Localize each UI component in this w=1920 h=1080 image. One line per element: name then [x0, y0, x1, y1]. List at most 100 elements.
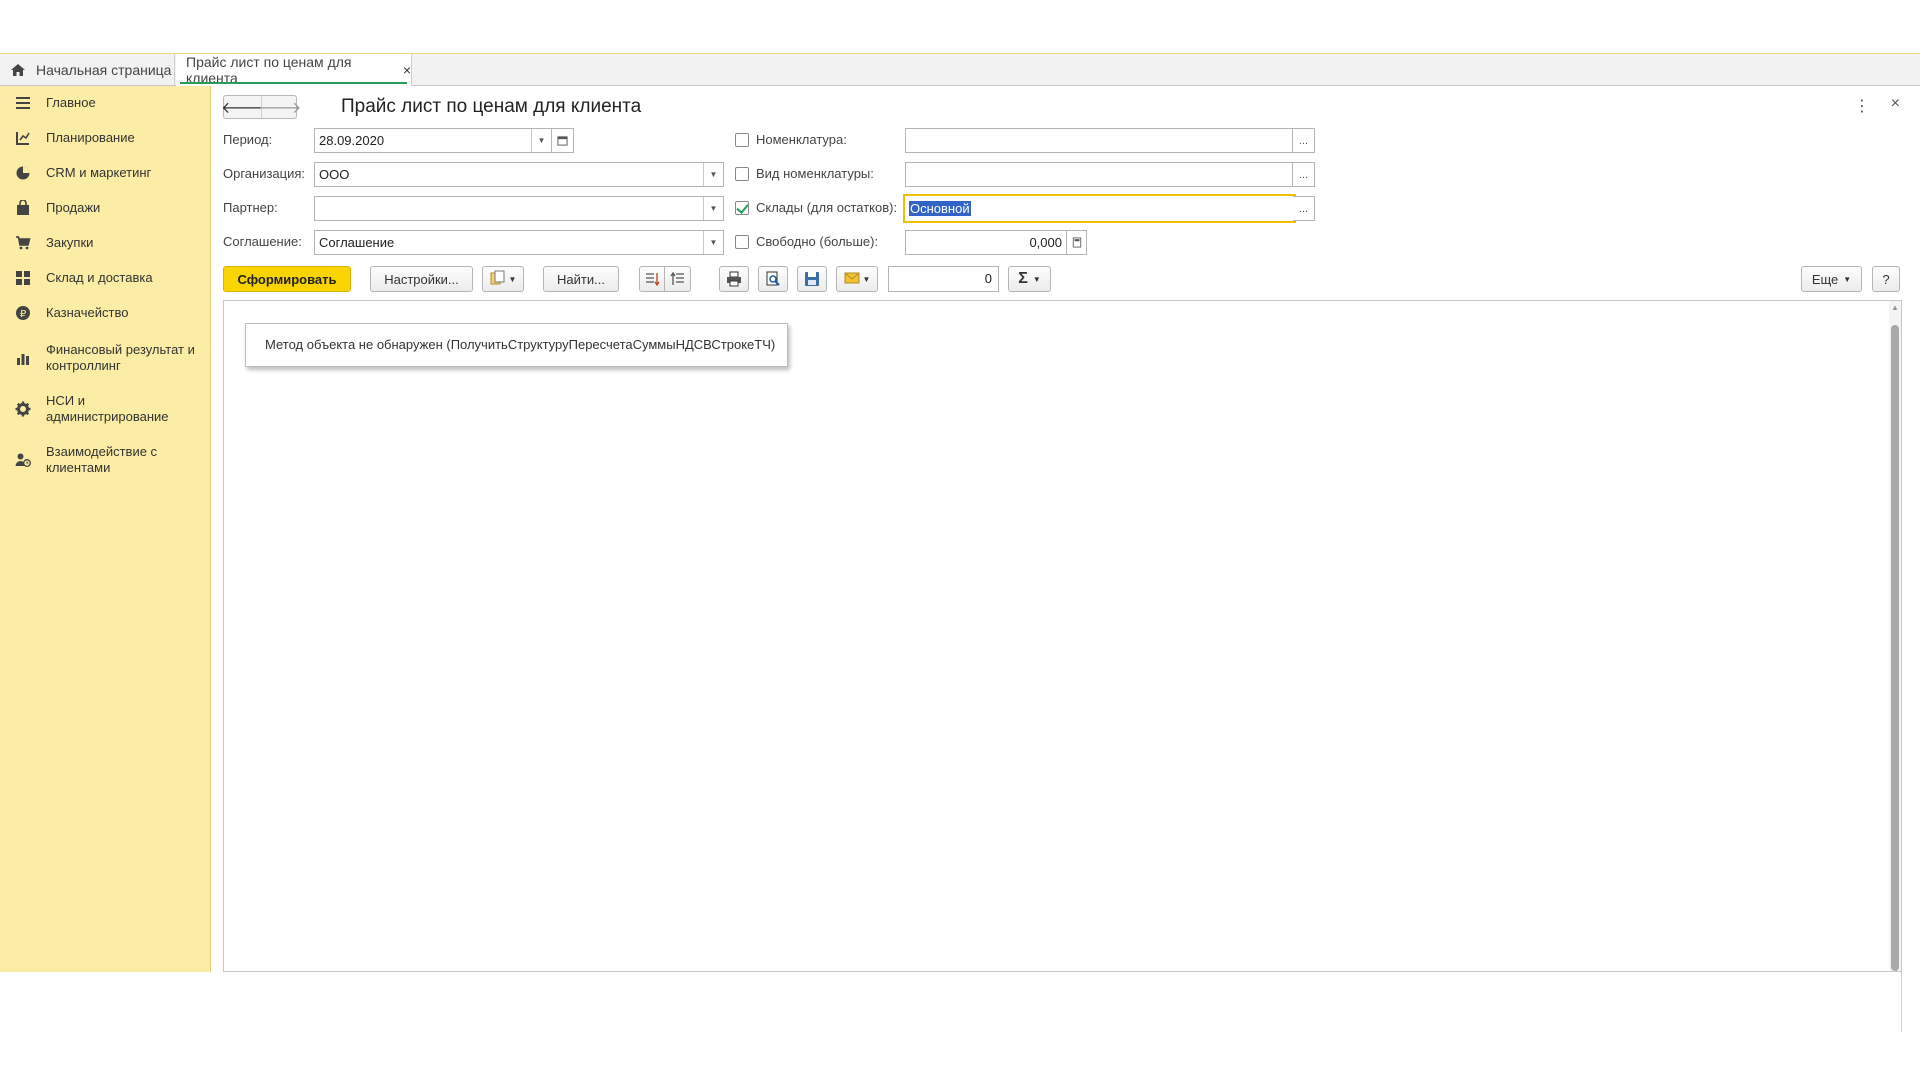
- sidebar-item-clients[interactable]: Взаимодействие с клиентами: [0, 443, 211, 477]
- partner-label: Партнер:: [223, 200, 278, 215]
- nomenclature-label: Номенклатура:: [756, 132, 847, 147]
- sidebar-item-label: НСИ и администрирование: [46, 393, 169, 424]
- help-button[interactable]: ?: [1872, 266, 1900, 292]
- tab-home-label: Начальная страница: [36, 62, 172, 78]
- top-bar: [0, 0, 1920, 54]
- organization-value: ООО: [319, 167, 350, 182]
- sum-counter-value: 0: [984, 271, 992, 286]
- nomenclature-type-checkbox[interactable]: [735, 167, 749, 181]
- sidebar-item-purchases[interactable]: Закупки: [0, 233, 211, 253]
- expand-groups-icon[interactable]: [639, 266, 665, 292]
- collapse-groups-icon[interactable]: [665, 266, 691, 292]
- sigma-icon: Σ: [1018, 270, 1028, 287]
- close-window-icon[interactable]: ×: [1891, 95, 1900, 113]
- chevron-down-icon[interactable]: ▼: [703, 197, 723, 220]
- sidebar-item-label: Закупки: [46, 235, 94, 250]
- sidebar-item-label: Склад и доставка: [46, 270, 153, 285]
- agreement-value: Соглашение: [319, 235, 395, 250]
- sidebar-item-sales[interactable]: Продажи: [0, 198, 211, 218]
- warehouse-grid-icon: [15, 270, 31, 286]
- sidebar-item-admin[interactable]: НСИ и администрирование: [0, 392, 211, 426]
- period-field[interactable]: 28.09.2020 ▼: [314, 128, 552, 153]
- sidebar-item-label: CRM и маркетинг: [46, 165, 152, 180]
- variants-button[interactable]: ▼: [482, 266, 524, 292]
- sidebar-item-label: Главное: [46, 95, 96, 110]
- planning-icon: [15, 130, 31, 146]
- agreement-label: Соглашение:: [223, 234, 302, 249]
- chevron-down-icon[interactable]: ▼: [703, 231, 723, 254]
- home-icon: [10, 62, 26, 78]
- svg-text:₽: ₽: [20, 309, 27, 320]
- partner-field[interactable]: ▼: [314, 196, 724, 221]
- history-navigation: 🡐 🡒: [221, 95, 301, 119]
- close-tab-icon[interactable]: ×: [403, 62, 411, 78]
- period-label: Период:: [223, 132, 273, 147]
- sidebar-item-label: Казначейство: [46, 305, 129, 320]
- chevron-down-icon: ▼: [1032, 274, 1041, 284]
- nomenclature-type-field[interactable]: [905, 162, 1293, 187]
- tab-price-list[interactable]: Прайс лист по ценам для клиента ×: [176, 54, 412, 86]
- sidebar-item-treasury[interactable]: ₽ Казначейство: [0, 303, 211, 323]
- sidebar-item-warehouse[interactable]: Склад и доставка: [0, 268, 211, 288]
- print-icon[interactable]: [719, 266, 749, 292]
- find-button[interactable]: Найти...: [543, 266, 619, 292]
- nomenclature-type-label: Вид номенклатуры:: [756, 166, 874, 181]
- chevron-down-icon: ▼: [1843, 274, 1852, 284]
- vertical-scrollbar[interactable]: ▲: [1889, 301, 1901, 971]
- agreement-field[interactable]: Соглашение ▼: [314, 230, 724, 255]
- nomenclature-select-button[interactable]: ...: [1293, 128, 1315, 153]
- nomenclature-field[interactable]: [905, 128, 1293, 153]
- free-stock-checkbox[interactable]: [735, 235, 749, 249]
- tab-strip: Начальная страница Прайс лист по ценам д…: [0, 54, 1920, 86]
- divider: [1901, 972, 1902, 1032]
- scroll-up-icon[interactable]: ▲: [1891, 303, 1899, 312]
- tab-home[interactable]: Начальная страница: [0, 54, 175, 86]
- report-variants-icon: [490, 270, 506, 289]
- pie-chart-icon: [15, 165, 31, 181]
- generate-button[interactable]: Сформировать: [223, 266, 351, 292]
- warehouses-value: Основной: [909, 201, 971, 216]
- sidebar-item-main[interactable]: Главное: [0, 93, 211, 113]
- sidebar-item-crm[interactable]: CRM и маркетинг: [0, 163, 211, 183]
- organization-field[interactable]: ООО ▼: [314, 162, 724, 187]
- free-stock-label: Свободно (больше):: [756, 234, 879, 249]
- send-email-button[interactable]: ▼: [836, 266, 878, 292]
- bar-chart-icon: [15, 350, 31, 366]
- calendar-icon[interactable]: [552, 128, 574, 153]
- warehouses-select-button[interactable]: ...: [1293, 196, 1315, 221]
- report-area[interactable]: Метод объекта не обнаружен (ПолучитьСтру…: [223, 300, 1902, 972]
- print-preview-icon[interactable]: [758, 266, 788, 292]
- chevron-down-icon[interactable]: ▼: [531, 129, 551, 152]
- sidebar-item-planning[interactable]: Планирование: [0, 128, 211, 148]
- sidebar: Главное Планирование CRM и маркетинг Про…: [0, 86, 211, 972]
- chevron-down-icon: ▼: [508, 274, 517, 284]
- warehouses-field[interactable]: Основной: [903, 194, 1296, 223]
- scrollbar-thumb[interactable]: [1891, 325, 1899, 971]
- back-arrow-icon[interactable]: 🡐: [221, 96, 264, 118]
- free-stock-value: 0,000: [1029, 235, 1062, 250]
- free-stock-field[interactable]: 0,000: [905, 230, 1067, 255]
- menu-lines-icon: [15, 95, 31, 111]
- chevron-down-icon: ▼: [862, 274, 871, 284]
- settings-button[interactable]: Настройки...: [370, 266, 473, 292]
- sidebar-item-finance[interactable]: Финансовый результат и контроллинг: [0, 341, 211, 375]
- warehouses-checkbox[interactable]: [735, 201, 749, 215]
- envelope-icon: [844, 270, 860, 289]
- save-icon[interactable]: [797, 266, 827, 292]
- cart-icon: [15, 235, 31, 251]
- nomenclature-type-select-button[interactable]: ...: [1293, 162, 1315, 187]
- calculator-icon[interactable]: [1067, 230, 1087, 255]
- person-clock-icon: [15, 452, 31, 468]
- page-title: Прайс лист по ценам для клиента: [341, 96, 642, 117]
- sum-counter-field[interactable]: 0: [888, 266, 999, 292]
- sum-button[interactable]: Σ ▼: [1008, 266, 1051, 292]
- more-options-icon[interactable]: ⋮: [1854, 96, 1870, 116]
- more-button[interactable]: Еще ▼: [1801, 266, 1862, 292]
- forward-arrow-icon[interactable]: 🡒: [259, 96, 301, 118]
- sidebar-item-label: Планирование: [46, 130, 135, 145]
- period-value: 28.09.2020: [319, 133, 385, 148]
- ruble-coin-icon: ₽: [15, 305, 31, 321]
- chevron-down-icon[interactable]: ▼: [703, 163, 723, 186]
- nomenclature-checkbox[interactable]: [735, 133, 749, 147]
- organization-label: Организация:: [223, 166, 306, 181]
